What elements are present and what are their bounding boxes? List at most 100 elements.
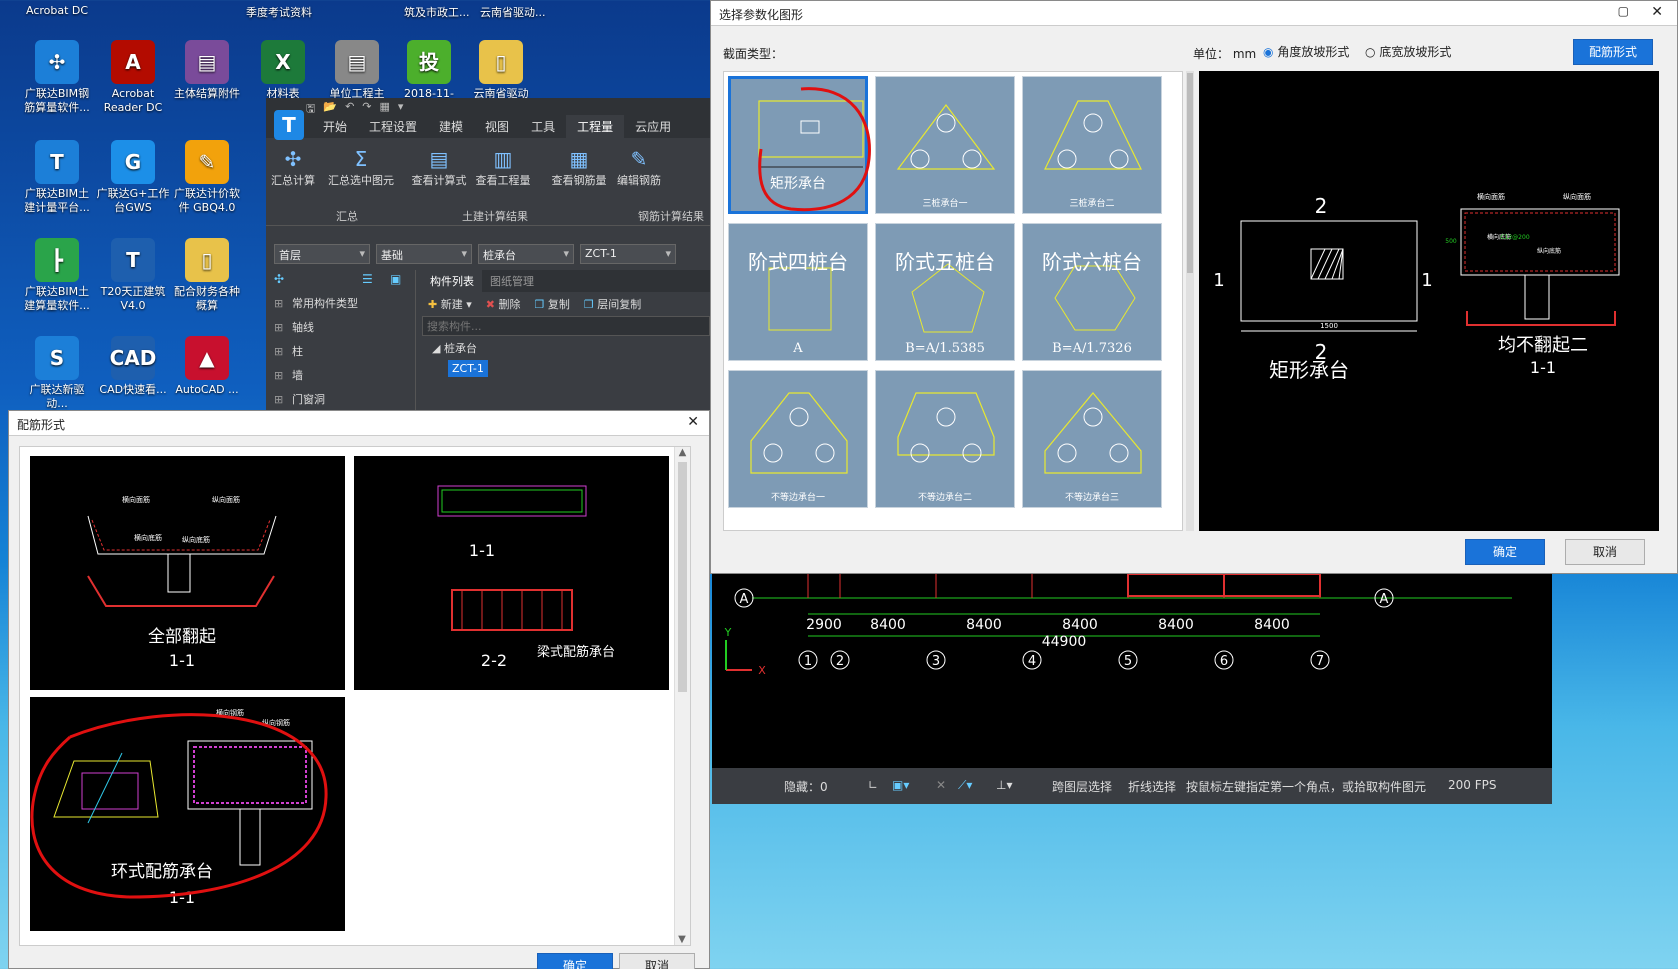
- rebar-cancel-button[interactable]: 取消: [619, 953, 695, 969]
- copy-button[interactable]: ❐ 复制: [534, 296, 569, 312]
- pile-circle: [1057, 443, 1077, 463]
- new-button[interactable]: ✚ 新建 ▾: [428, 296, 472, 312]
- app-icon: T: [35, 140, 79, 184]
- rebar-card-ring[interactable]: 横向钢筋 纵向钢筋 环式配筋承台 1-1: [30, 697, 345, 931]
- desktop-icon[interactable]: T 广联达BIM土建计量平台...: [20, 140, 94, 215]
- shape-thumb[interactable]: 三桩承台一: [875, 76, 1015, 214]
- floor-copy-button[interactable]: ❐ 层间复制: [584, 296, 641, 312]
- list-view-icon[interactable]: ☰: [362, 272, 373, 286]
- scroll-thumb[interactable]: [1187, 73, 1193, 273]
- select-box-icon[interactable]: ▣▾: [892, 778, 909, 792]
- thumb-title: 阶式六桩台: [1042, 250, 1142, 274]
- list-root[interactable]: ◢ 桩承台: [422, 336, 714, 360]
- close-icon[interactable]: ✕: [1651, 4, 1663, 20]
- card-section: 1-1: [469, 541, 495, 560]
- element-select[interactable]: ZCT-1: [580, 244, 676, 264]
- radio-bottom-slope[interactable]: ○ 底宽放坡形式: [1365, 43, 1451, 60]
- menu-0[interactable]: 开始: [312, 115, 358, 138]
- ortho-icon[interactable]: ∟: [868, 778, 878, 792]
- grid-scrollbar[interactable]: [1186, 71, 1194, 531]
- shape-thumb[interactable]: 阶式四桩台 A: [728, 223, 868, 361]
- dialog-scrollbar[interactable]: ▲ ▼: [674, 447, 690, 945]
- thumb-subtitle: 不等边承台二: [917, 493, 972, 503]
- tab-drawing-manage[interactable]: 图纸管理: [482, 270, 542, 292]
- desktop-icon[interactable]: CAD CAD快速看...: [96, 336, 170, 397]
- tree-item[interactable]: 轴线: [266, 316, 415, 340]
- view-rebar-button[interactable]: ▦ 查看钢筋量: [546, 146, 612, 188]
- desktop-icon[interactable]: ▤ 主体结算附件: [170, 40, 244, 101]
- desktop-icon[interactable]: ▯ 配合财务各种概算: [170, 238, 244, 313]
- delete-button[interactable]: ✖ 删除: [486, 296, 521, 312]
- cross-icon[interactable]: ✕: [936, 778, 946, 792]
- shape-thumb[interactable]: 不等边承台二: [875, 370, 1015, 508]
- grid-view-icon[interactable]: ▣: [390, 272, 401, 286]
- tree-item[interactable]: 门窗洞: [266, 388, 415, 412]
- desktop-icon[interactable]: ✎ 广联达计价软件 GBQ4.0: [170, 140, 244, 215]
- dim-total: 44900: [1042, 634, 1087, 650]
- shape-thumb[interactable]: 阶式五桩台 B=A/1.5385: [875, 223, 1015, 361]
- sum-calc-button[interactable]: ✣ 汇总计算: [260, 146, 326, 188]
- rebar-label: 纵向底筋: [1537, 247, 1561, 255]
- scroll-thumb[interactable]: [678, 462, 687, 692]
- pile-circle: [936, 407, 956, 427]
- sum-selected-button[interactable]: Σ 汇总选中图元: [320, 146, 402, 188]
- cap-outline: [87, 515, 277, 555]
- menu-5[interactable]: 工程量: [566, 115, 625, 138]
- menu-3[interactable]: 视图: [474, 115, 520, 138]
- shape-thumb[interactable]: 矩形承台: [728, 76, 871, 214]
- desktop-icon[interactable]: T T20天正建筑V4.0: [96, 238, 170, 313]
- view-formula-button[interactable]: ▤ 查看计算式: [406, 146, 472, 188]
- desktop-icon[interactable]: ┣ 广联达BIM土建算量软件...: [20, 238, 94, 313]
- scroll-up-icon[interactable]: ▲: [675, 447, 690, 458]
- redo-icon[interactable]: ↷: [362, 100, 371, 114]
- tab-component-list[interactable]: 构件列表: [422, 270, 482, 292]
- save-icon[interactable]: 🖫: [306, 100, 315, 115]
- tree-item[interactable]: 常用构件类型: [266, 292, 415, 316]
- undo-icon[interactable]: ↶: [345, 100, 354, 114]
- polyline-select[interactable]: 折线选择: [1128, 778, 1176, 795]
- rebar-form-button[interactable]: 配筋形式: [1573, 39, 1653, 65]
- edit-rebar-button[interactable]: ✎ 编辑钢筋: [606, 146, 672, 188]
- tree-item[interactable]: 柱: [266, 340, 415, 364]
- menu-2[interactable]: 建模: [428, 115, 474, 138]
- menu-1[interactable]: 工程设置: [358, 115, 428, 138]
- element-type-select[interactable]: 桩承台: [478, 244, 574, 264]
- rebar-ok-button[interactable]: 确定: [537, 953, 613, 969]
- dialog-title-bar: 配筋形式 ✕: [9, 411, 709, 436]
- shape-thumb[interactable]: 阶式六桩台 B=A/1.7326: [1022, 223, 1162, 361]
- category-select[interactable]: 基础: [376, 244, 472, 264]
- component-search-input[interactable]: [422, 316, 710, 336]
- shape-thumb[interactable]: 不等边承台一: [728, 370, 868, 508]
- menu-6[interactable]: 云应用: [624, 115, 682, 138]
- scroll-down-icon[interactable]: ▼: [675, 934, 689, 945]
- shape-thumb[interactable]: 三桩承台二: [1022, 76, 1162, 214]
- cross-layer-select[interactable]: 跨图层选择: [1052, 778, 1112, 795]
- button-label: 编辑钢筋: [617, 174, 661, 187]
- desktop-icon[interactable]: X 材料表: [246, 40, 320, 101]
- desktop-icon[interactable]: S 广联达新驱动...: [20, 336, 94, 411]
- param-ok-button[interactable]: 确定: [1465, 539, 1545, 565]
- grid-icon[interactable]: ▦: [380, 100, 390, 114]
- radio-angle-slope[interactable]: ◉ 角度放坡形式: [1263, 43, 1349, 60]
- cad-canvas[interactable]: AA29008400840084008400840044900123456766…: [712, 561, 1552, 768]
- open-icon[interactable]: 📂: [323, 100, 337, 114]
- list-item-zct1[interactable]: ZCT-1: [448, 360, 488, 377]
- rebar-card-beam[interactable]: 1-1 2-2 梁式配筋承台: [354, 456, 669, 690]
- desktop-icon[interactable]: A Acrobat Reader DC: [96, 40, 170, 115]
- view-quantity-button[interactable]: ▥ 查看工程量: [470, 146, 536, 188]
- tree-item[interactable]: 墙: [266, 364, 415, 388]
- dropdown-icon[interactable]: ▾: [398, 100, 404, 114]
- menu-4[interactable]: 工具: [520, 115, 566, 138]
- rebar-card-all-up[interactable]: 横向面筋 纵向面筋 横向底筋 纵向底筋 全部翻起 1-1: [30, 456, 345, 690]
- maximize-icon[interactable]: ▢: [1618, 4, 1629, 18]
- offset-icon[interactable]: ⊥▾: [996, 778, 1012, 792]
- shape-thumb[interactable]: 不等边承台三: [1022, 370, 1162, 508]
- desktop-icon[interactable]: ✣ 广联达BIM钢筋算量软件...: [20, 40, 94, 115]
- desktop-icon[interactable]: G 广联达G+工作台GWS: [96, 140, 170, 215]
- snap-icon[interactable]: ⟋▾: [958, 778, 972, 793]
- rebar-view-icon: ▦: [569, 147, 589, 171]
- close-icon[interactable]: ✕: [687, 414, 699, 430]
- desktop-icon[interactable]: ▲ AutoCAD ...: [170, 336, 244, 397]
- param-cancel-button[interactable]: 取消: [1565, 539, 1645, 565]
- floor-select[interactable]: 首层: [274, 244, 370, 264]
